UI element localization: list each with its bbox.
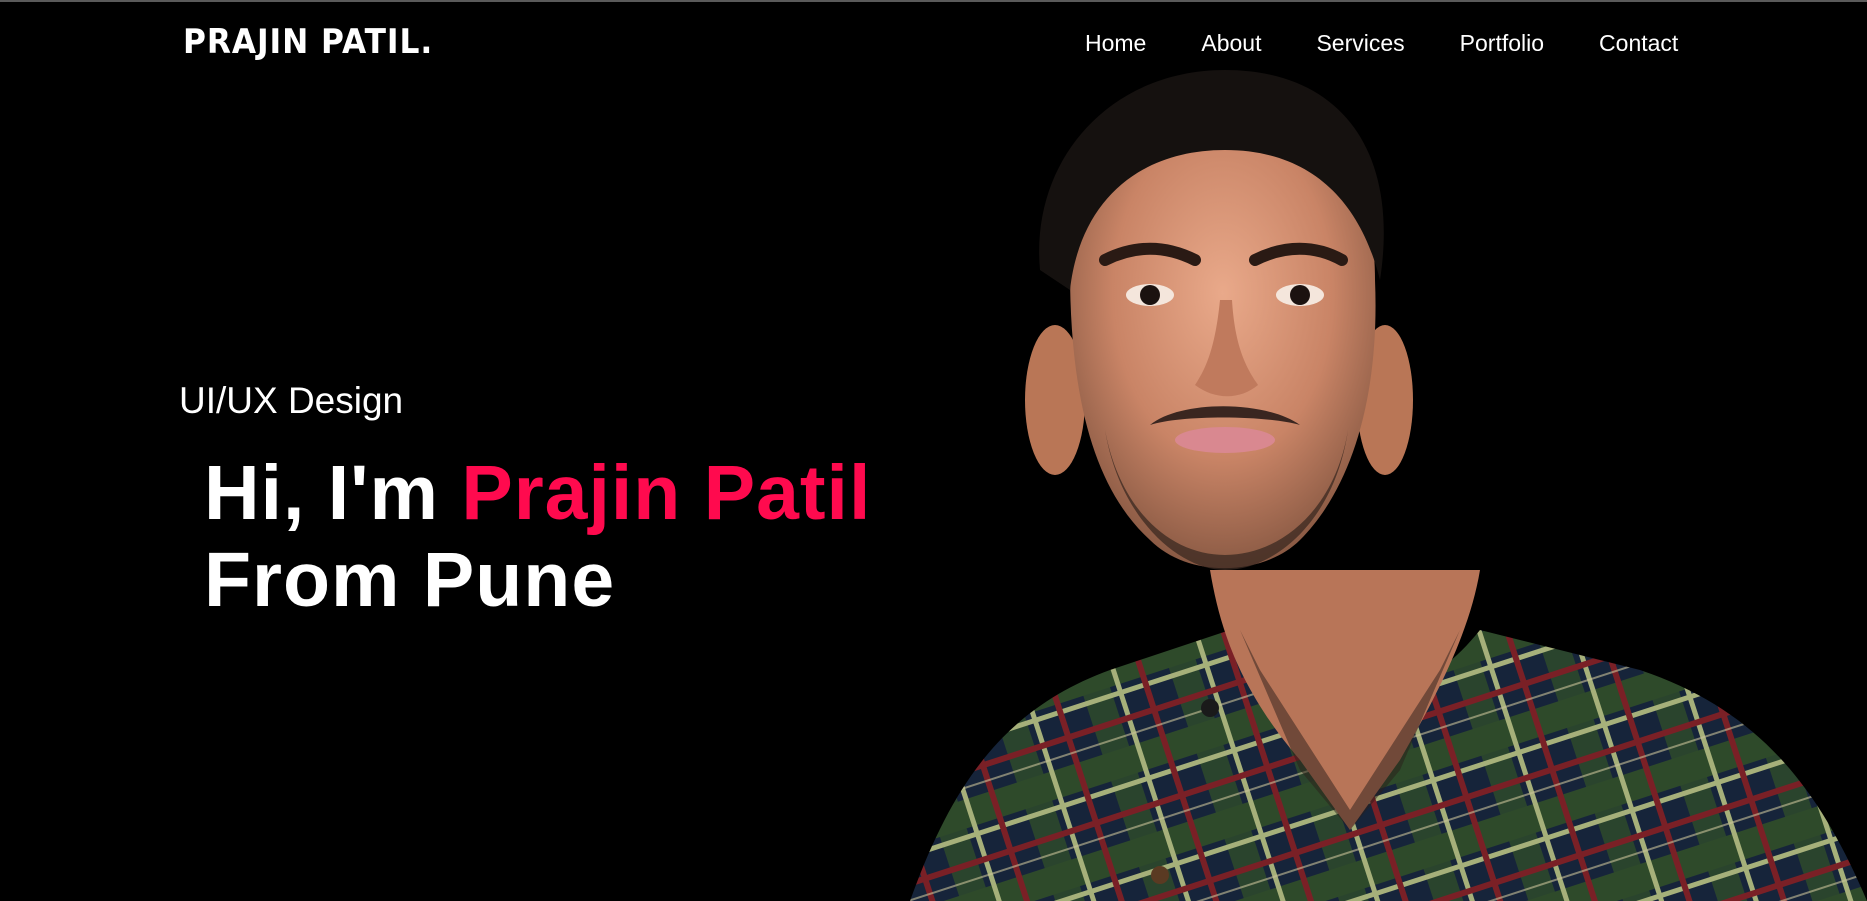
hero-page: PRAJIN PATIL. Home About Services Portfo… [0,0,1867,901]
headline-line-2: From Pune [204,537,616,623]
nav-about-link[interactable]: About [1201,30,1261,57]
hero-subtitle: UI/UX Design [179,380,404,421]
site-logo[interactable]: PRAJIN PATIL. [183,22,433,62]
main-nav: Home About Services Portfolio Contact [1085,30,1733,57]
nav-contact-link[interactable]: Contact [1599,30,1678,57]
nav-home-link[interactable]: Home [1085,30,1146,57]
nav-portfolio-link[interactable]: Portfolio [1460,30,1544,57]
greeting-text: Hi, I'm [204,450,462,536]
headline-line-1: Hi, I'm Prajin Patil [204,450,871,537]
hero-name: Prajin Patil [461,450,872,536]
nav-services-link[interactable]: Services [1316,30,1404,57]
top-border [0,0,1867,2]
profile-photo [910,70,1867,901]
hero-headline: Hi, I'm Prajin Patil From Pune [204,450,871,624]
